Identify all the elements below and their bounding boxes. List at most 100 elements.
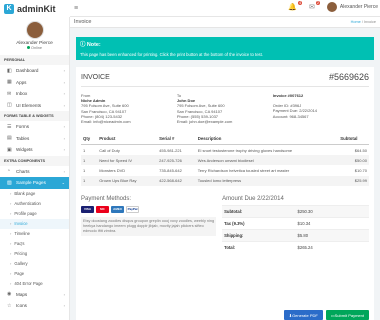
menu-toggle-icon[interactable]: ≡ (74, 5, 78, 12)
column-header: Subtotal (338, 133, 369, 145)
meta-account: Account: 968-34567 (272, 113, 309, 119)
brand-name: adminKit (17, 3, 56, 14)
submenu-item-faqs[interactable]: › Faq's (0, 239, 69, 249)
cell-description: Terry Richardson helvetica tousled stree… (197, 167, 290, 173)
sidebar-item-label: Forms (16, 124, 30, 130)
totals-value: $10.34 (295, 216, 369, 230)
chevron-right-icon: › (63, 147, 65, 153)
amount-due-title: Amount Due 2/22/2014 (222, 195, 284, 202)
info-icon: ⓘ (80, 42, 87, 48)
sidebar-item-inbox[interactable]: ✉ Inbox › (0, 88, 69, 100)
profile-avatar[interactable] (25, 21, 44, 39)
invoice-items-table: Qty Product Serial # Description Subtota… (81, 133, 369, 186)
amount-due: Amount Due 2/22/2014 Subtotal: $250.30 T… (222, 196, 369, 253)
mastercard-icon: MC (96, 205, 109, 213)
top-icons: 🔔 4 ✉ 2 Alexander Pierce (288, 1, 378, 12)
cell-qty: 1 (83, 167, 86, 173)
widgets-icon: ▣ (7, 146, 12, 153)
submenu-item-authentication[interactable]: › Authentication (0, 199, 69, 209)
cell-product: Call of Duty (99, 147, 120, 153)
chevron-right-icon: › (63, 124, 65, 130)
table-row: 1 Monsters DVD 735-845-642 Terry Richard… (81, 165, 369, 175)
sidebar-item-charts[interactable]: ◔ Charts › (0, 166, 69, 178)
submenu-item-profile-page[interactable]: › Profile page (0, 209, 69, 219)
cell-qty: 1 (81, 175, 98, 186)
notifications-badge: 4 (298, 1, 303, 5)
totals-row: Subtotal: $250.30 (222, 204, 369, 218)
sidebar-item-sample-pages[interactable]: ▧ Sample Pages ⌄ (0, 177, 69, 189)
generate-pdf-label: Generate PDF (292, 312, 318, 318)
cell-description: Wes Anderson umami biodiesel (195, 155, 339, 166)
cell-qty: 1 (81, 155, 98, 166)
online-dot-icon (27, 46, 30, 49)
table-row: 1 Call of Duty 455-981-221 El snort test… (81, 145, 369, 156)
chevron-right-icon: › (63, 68, 65, 74)
sidebar-item-maps[interactable]: ◉ Maps › (0, 289, 69, 301)
profile-status-text: Online (31, 46, 42, 50)
bullet-icon: › (10, 191, 12, 196)
apps-icon: ▦ (7, 79, 12, 86)
nav-header-personal: PERSONAL (0, 55, 69, 65)
user-name[interactable]: Alexander Pierce (340, 4, 378, 10)
bullet-icon: › (10, 261, 12, 266)
totals-value: $5.80 (295, 228, 369, 242)
cell-description: Tousled lomo letterpress (195, 175, 339, 186)
messages-icon[interactable]: ✉ 2 (309, 1, 320, 11)
totals-label: Subtotal: (222, 204, 296, 218)
totals-value: $265.24 (295, 240, 369, 253)
nav-header-forms: FORMS TABLE & WIDGETS (0, 111, 69, 121)
messages-badge: 2 (315, 1, 320, 5)
bell-glyph: 🔔 (288, 4, 298, 11)
brand[interactable]: K adminKit (0, 0, 70, 17)
sidebar-item-tables[interactable]: ▤ Tables › (0, 133, 69, 145)
note-title: ⓘ Note: (80, 40, 370, 48)
main-content: Invoice Home / Invoice ⓘ Note: This page… (70, 17, 380, 320)
cell-subtotal: $50.00 (338, 155, 369, 166)
chevron-right-icon: › (63, 135, 65, 141)
from-email: Email: info@niceadmin.com (81, 119, 131, 125)
submenu-item-blank-page[interactable]: › Blank page (0, 189, 69, 199)
notifications-icon[interactable]: 🔔 4 (288, 1, 303, 11)
bullet-icon: › (10, 281, 12, 286)
cell-serial: 422-568-642 (157, 175, 196, 186)
note-text: This page has been enhanced for printing… (80, 52, 263, 57)
submenu-item-timeline[interactable]: › Timeline (0, 229, 69, 239)
invoice-actions: ⬇ Generate PDF ▭ Submit Payment (281, 310, 369, 320)
column-header: Qty (81, 133, 98, 145)
sidebar-item-label: Maps (16, 291, 28, 297)
payment-methods-title: Payment Methods: (81, 195, 132, 202)
ui-elements-icon: ◫ (7, 102, 12, 109)
generate-pdf-button[interactable]: ⬇ Generate PDF (283, 310, 323, 320)
submenu-item-invoice[interactable]: › Invoice (0, 218, 69, 229)
payment-methods: Payment Methods: VISA MC AMEX PayPal Ets… (81, 196, 222, 253)
sidebar-item-widgets[interactable]: ▣ Widgets › (0, 144, 69, 156)
sidebar-item-icons[interactable]: ☆ Icons › (0, 300, 69, 312)
breadcrumb-home[interactable]: Home (351, 20, 361, 24)
submenu-item-page[interactable]: › Page (0, 269, 69, 279)
avatar[interactable] (326, 2, 337, 12)
bullet-icon: › (10, 211, 12, 216)
submenu-item-gallery[interactable]: › Gallery (0, 259, 69, 269)
totals-label: Tax (9.3%) (222, 216, 296, 230)
from-address: From Niche Admin 795 Folsom Ave, Suite 6… (81, 93, 177, 131)
table-row: 1 Need for Speed IV 247-925-726 Wes Ande… (81, 155, 369, 166)
chevron-right-icon: › (63, 102, 65, 108)
sample-pages-icon: ▧ (7, 179, 12, 186)
sidebar-item-apps[interactable]: ▦ Apps › (0, 77, 69, 89)
card-logos: VISA MC AMEX PayPal (81, 205, 216, 213)
invoice-card: INVOICE #5669626 From Niche Admin 795 Fo… (76, 67, 374, 320)
sidebar-item-ui-elements[interactable]: ◫ UI Elements › (0, 100, 69, 112)
submenu-item-label: Faq's (14, 241, 25, 246)
sidebar-item-forms[interactable]: ☰ Forms › (0, 121, 69, 133)
submenu-item-label: Gallery (14, 261, 28, 266)
chevron-right-icon: › (63, 91, 65, 97)
submenu-item-label: Pricing (14, 251, 28, 256)
sidebar-item-dashboard[interactable]: ◧ Dashboard › (0, 65, 69, 77)
column-header: Serial # (157, 133, 196, 145)
submenu-item-404[interactable]: › 404 Error Page (0, 279, 69, 289)
inbox-icon: ✉ (7, 90, 12, 97)
submit-payment-button[interactable]: ▭ Submit Payment (325, 310, 369, 320)
payment-text: Etsy doostang zoodles disqus groupon gre… (81, 216, 217, 236)
submenu-item-pricing[interactable]: › Pricing (0, 249, 69, 259)
totals-row: Total: $265.24 (222, 240, 369, 253)
